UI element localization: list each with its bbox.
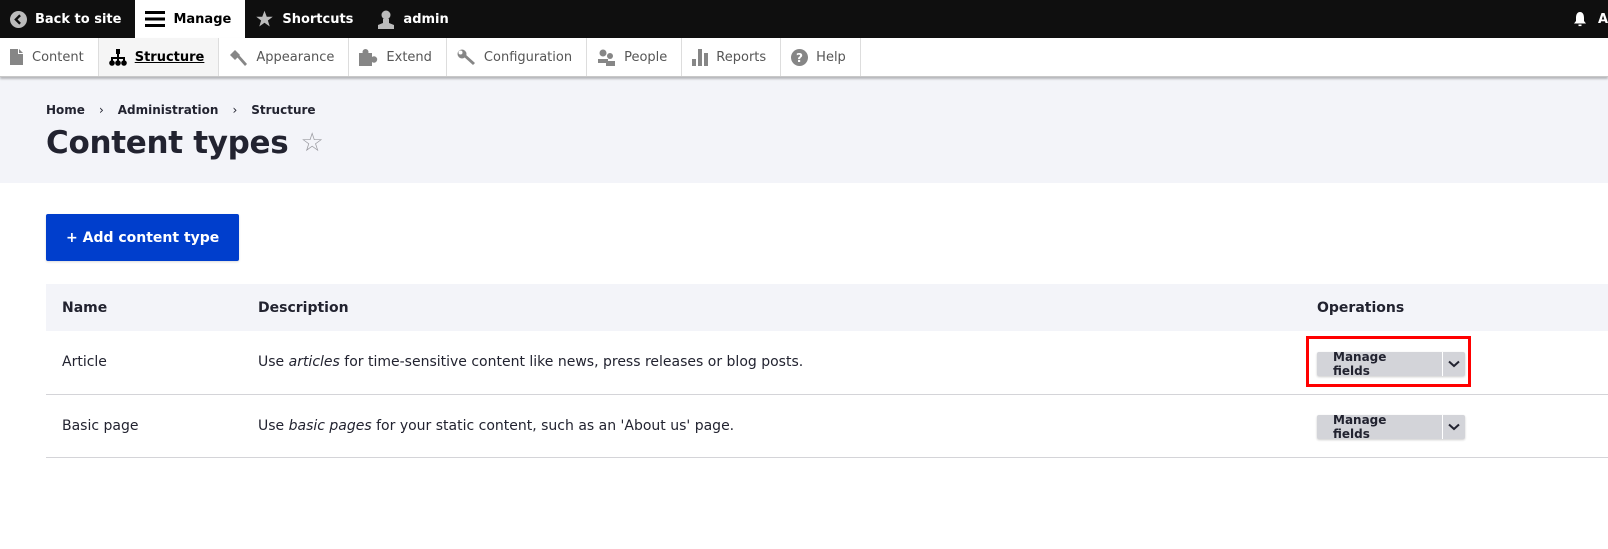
paintbrush-icon [230, 49, 248, 66]
breadcrumb-separator: › [232, 103, 238, 117]
table-header-row: Name Description Operations [46, 284, 1608, 331]
breadcrumb-separator: › [98, 103, 104, 117]
puzzle-icon [359, 48, 378, 66]
content-types-table: Name Description Operations Article Use … [46, 284, 1608, 458]
wrench-icon [457, 49, 475, 65]
tray-item-appearance[interactable]: Appearance [219, 38, 350, 76]
header-name: Name [46, 284, 242, 331]
tray-label: Appearance [256, 49, 335, 65]
page-title: Content types [46, 125, 289, 161]
manage-tab[interactable]: Manage [135, 0, 246, 38]
toolbar-clipped-item[interactable]: A [1598, 12, 1608, 27]
tray-item-structure[interactable]: Structure [98, 38, 220, 76]
page-header: Home › Administration › Structure Conten… [0, 77, 1608, 183]
back-arrow-icon [10, 10, 27, 28]
tray-item-extend[interactable]: Extend [349, 38, 447, 76]
sitemap-icon [108, 48, 127, 66]
header-description: Description [242, 284, 1301, 331]
admin-tray: Content Structure Appearance Extend Conf… [0, 38, 1608, 77]
table-row: Basic page Use basic pages for your stat… [46, 394, 1608, 458]
row-operations: Manage fields [1301, 394, 1608, 458]
operations-dropbutton: Manage fields [1317, 350, 1465, 378]
breadcrumb-administration[interactable]: Administration [118, 103, 219, 117]
back-to-site-link[interactable]: Back to site [0, 0, 135, 38]
manage-label: Manage [173, 11, 232, 27]
desc-emphasis: basic pages [288, 417, 372, 434]
back-to-site-label: Back to site [35, 11, 122, 27]
desc-suffix: for your static content, such as an 'Abo… [371, 417, 735, 434]
header-operations: Operations [1301, 284, 1608, 331]
user-label: admin [403, 11, 449, 27]
hamburger-icon [145, 11, 166, 27]
operations-dropbutton: Manage fields [1317, 413, 1465, 441]
star-icon [256, 10, 274, 27]
manage-fields-button[interactable]: Manage fields [1317, 413, 1442, 441]
table-row: Article Use articles for time-sensitive … [46, 331, 1608, 395]
tray-label: Structure [134, 49, 205, 65]
tray-item-content[interactable]: Content [0, 38, 99, 76]
bell-icon[interactable] [1572, 11, 1588, 27]
row-operations: Manage fields [1301, 331, 1608, 395]
add-content-type-button[interactable]: + Add content type [46, 214, 240, 261]
svg-text:?: ? [796, 51, 803, 65]
desc-suffix: for time-sensitive content like news, pr… [339, 354, 804, 371]
row-name: Basic page [46, 394, 242, 458]
operations-toggle[interactable] [1442, 351, 1465, 376]
shortcuts-label: Shortcuts [282, 11, 354, 27]
manage-fields-button[interactable]: Manage fields [1317, 350, 1442, 378]
tray-label: Configuration [483, 49, 573, 65]
main-content: + Add content type Name Description Oper… [0, 183, 1608, 458]
bar-chart-icon [692, 48, 709, 66]
tray-item-help[interactable]: ? Help [781, 38, 861, 76]
tray-label: Help [816, 49, 846, 65]
tray-label: Reports [716, 49, 767, 65]
row-name: Article [46, 331, 242, 395]
breadcrumb-structure[interactable]: Structure [251, 103, 315, 117]
shortcuts-tab[interactable]: Shortcuts [245, 0, 367, 38]
help-icon: ? [791, 48, 809, 66]
operations-toggle[interactable] [1442, 415, 1465, 439]
tray-label: Content [32, 49, 84, 65]
breadcrumb: Home › Administration › Structure [46, 101, 1562, 119]
chevron-down-icon [1448, 423, 1460, 431]
title-row: Content types ☆ [46, 125, 1562, 161]
toolbar-right: A [1572, 0, 1608, 38]
tray-item-configuration[interactable]: Configuration [447, 38, 588, 76]
tray-item-reports[interactable]: Reports [682, 38, 782, 76]
tray-item-people[interactable]: People [587, 38, 683, 76]
tray-label: People [624, 49, 668, 65]
add-shortcut-star-icon[interactable]: ☆ [300, 130, 323, 156]
people-icon [598, 49, 616, 66]
desc-emphasis: articles [288, 354, 340, 371]
row-description: Use articles for time-sensitive content … [242, 331, 1301, 395]
tray-label: Extend [386, 49, 432, 65]
chevron-down-icon [1448, 360, 1460, 368]
row-description: Use basic pages for your static content,… [242, 394, 1301, 458]
file-icon [10, 49, 23, 65]
breadcrumb-home[interactable]: Home [46, 103, 85, 117]
desc-prefix: Use [258, 417, 289, 434]
desc-prefix: Use [258, 354, 289, 371]
admin-toolbar: Back to site Manage Shortcuts admin A [0, 0, 1608, 38]
user-icon [378, 10, 395, 29]
user-tab[interactable]: admin [367, 0, 462, 38]
